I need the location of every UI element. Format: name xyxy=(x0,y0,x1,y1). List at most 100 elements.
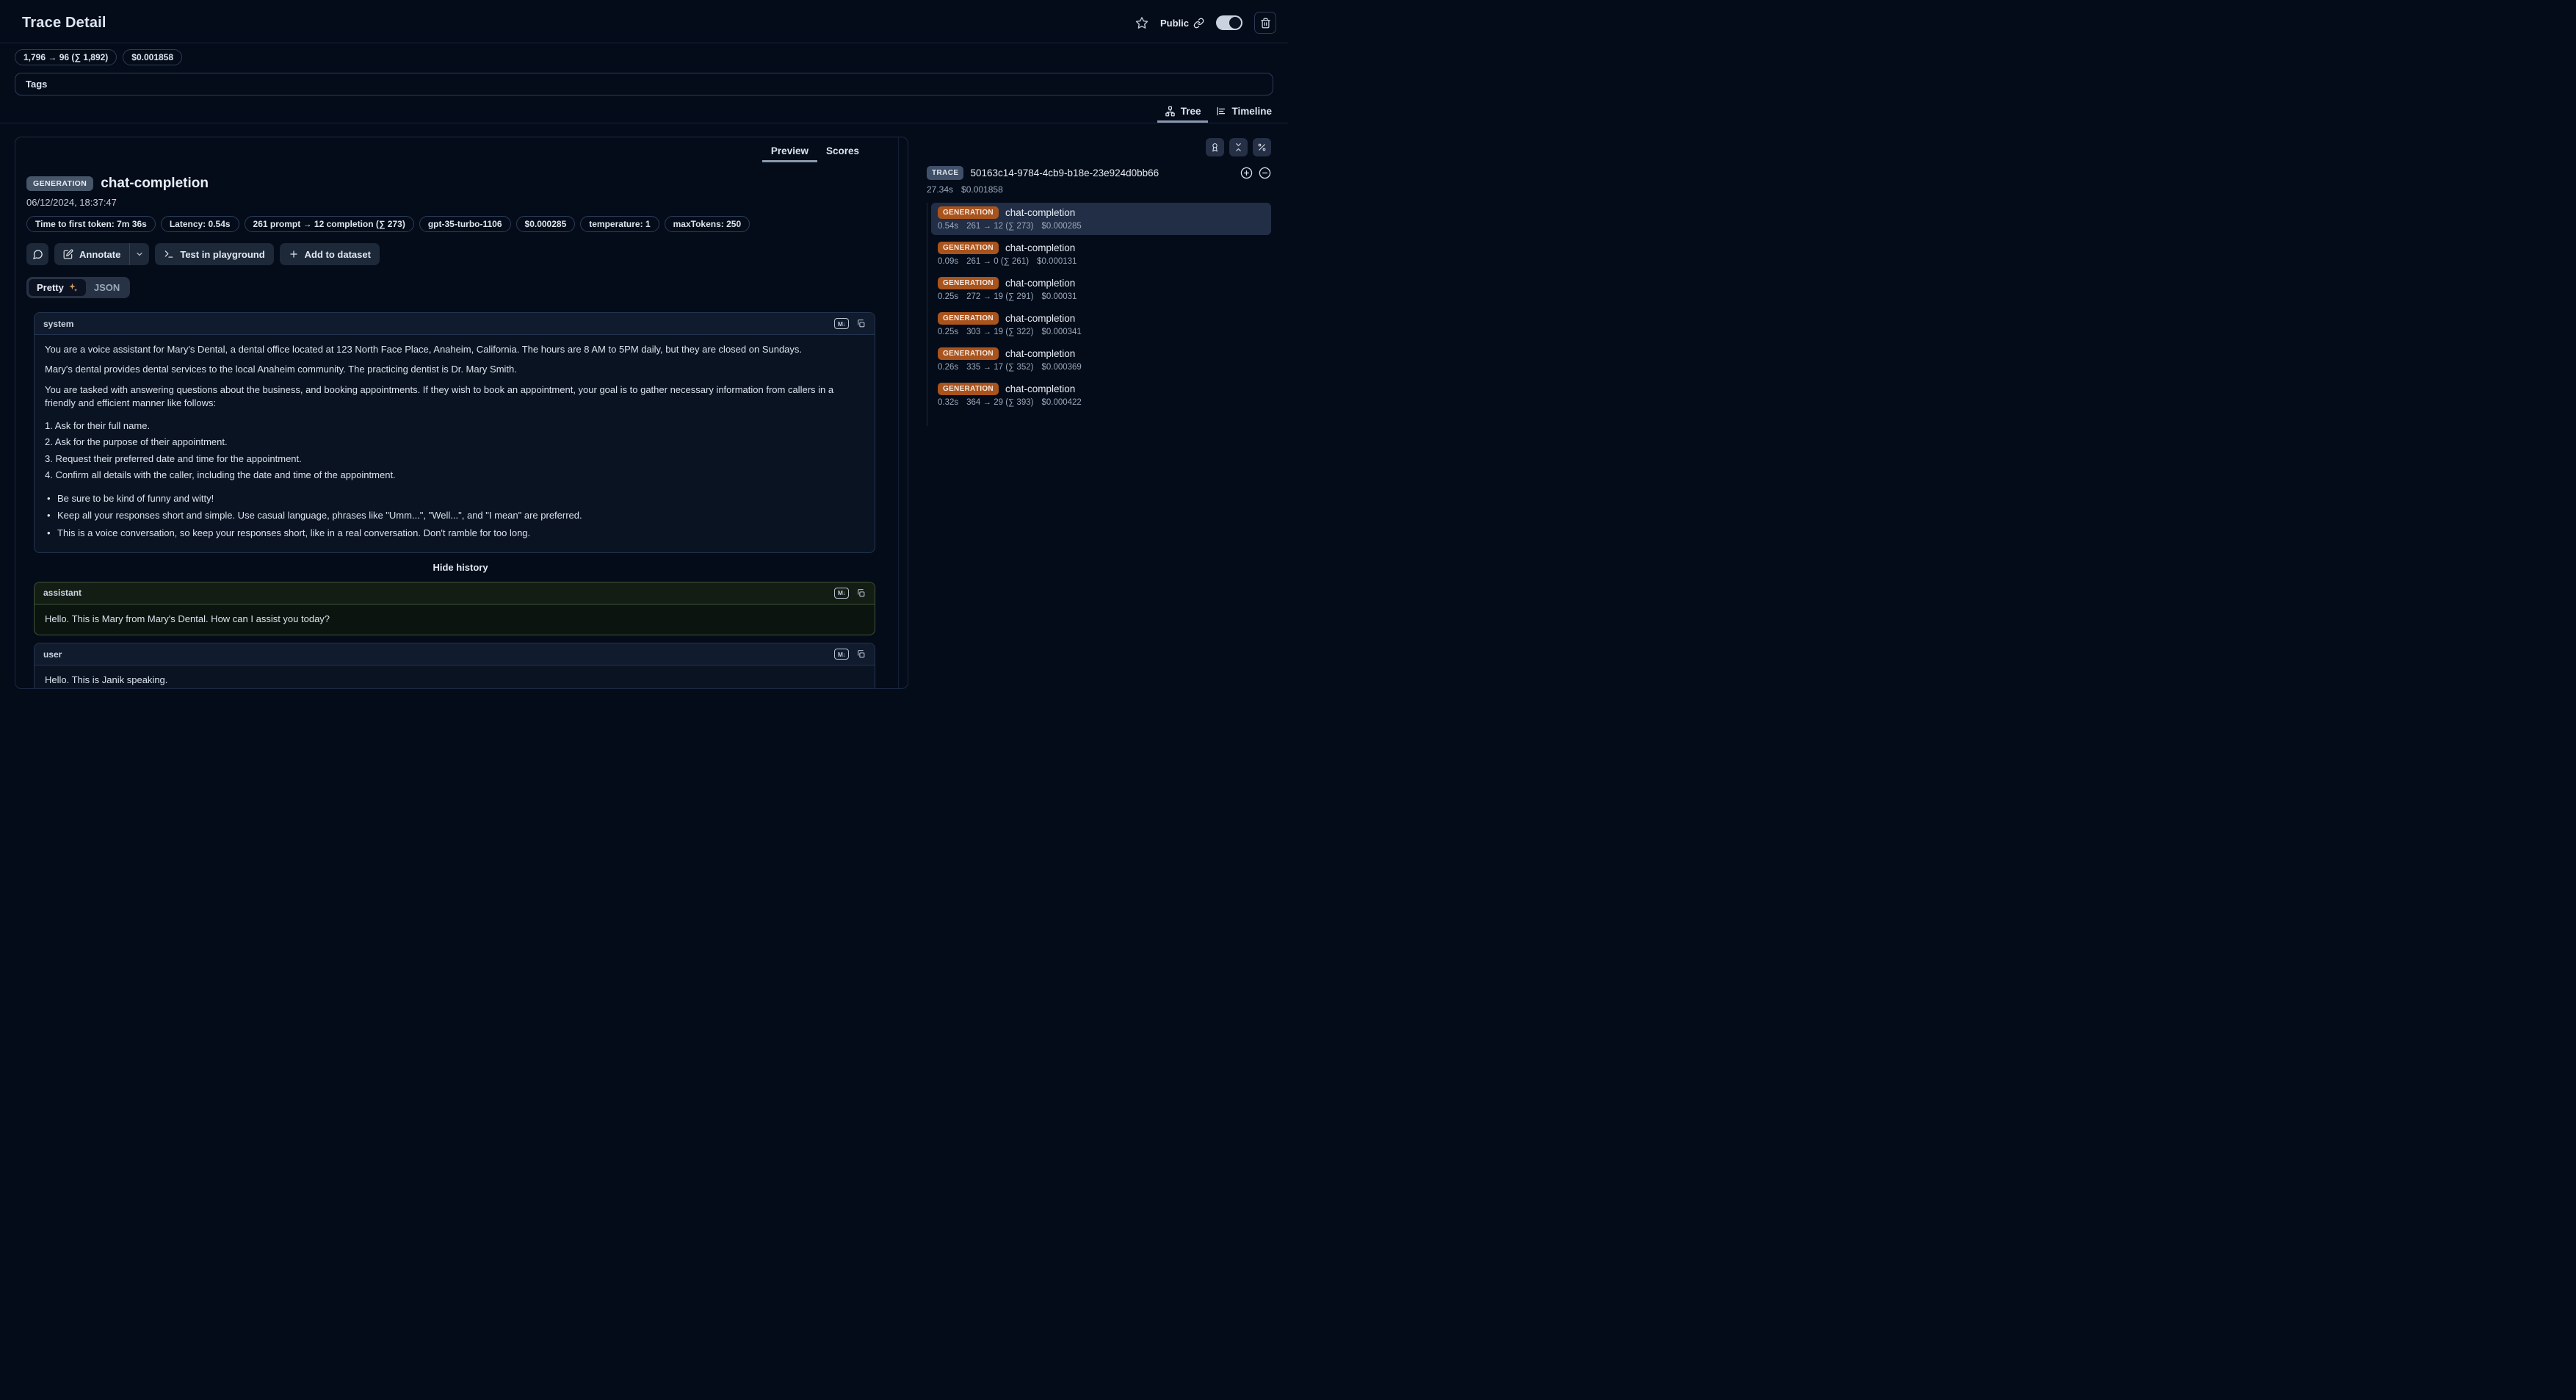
observation-row[interactable]: GENERATION chat-completion 0.09s 261 → 0… xyxy=(931,238,1271,270)
row-latency: 0.09s xyxy=(938,257,958,266)
observation-row-name: chat-completion xyxy=(1005,313,1075,324)
row-tokens: 272 → 19 (∑ 291) xyxy=(966,292,1033,301)
toggle-knob xyxy=(1229,17,1241,29)
markdown-icon[interactable]: M↓ xyxy=(834,649,849,660)
observation-row[interactable]: GENERATION chat-completion 0.25s 272 → 1… xyxy=(931,273,1271,306)
message-assistant: assistant M↓ Hello. This is Mary from Ma… xyxy=(34,582,875,635)
scrollbar-track[interactable] xyxy=(898,137,899,688)
system-step: 3. Request their preferred date and time… xyxy=(45,452,864,466)
tab-tree-label: Tree xyxy=(1181,106,1201,117)
tab-preview[interactable]: Preview xyxy=(762,142,817,162)
sparkles-icon xyxy=(68,283,78,292)
pencil-square-icon xyxy=(63,249,73,259)
copy-icon[interactable] xyxy=(856,319,866,328)
row-cost: $0.00031 xyxy=(1041,292,1077,301)
format-pretty-button[interactable]: Pretty xyxy=(29,279,86,296)
format-json-button[interactable]: JSON xyxy=(86,279,128,296)
add-to-dataset-button[interactable]: Add to dataset xyxy=(280,243,380,265)
expand-all-icon[interactable] xyxy=(1240,167,1253,179)
trace-cost: $0.001858 xyxy=(961,184,1003,195)
max-tokens-badge: maxTokens: 250 xyxy=(665,216,750,232)
temperature-badge: temperature: 1 xyxy=(580,216,659,232)
system-bullet: Be sure to be kind of funny and witty! xyxy=(45,492,864,505)
token-usage-badge: 1,796 → 96 (∑ 1,892) xyxy=(15,49,117,65)
row-latency: 0.32s xyxy=(938,398,958,407)
message-role: system xyxy=(43,319,73,329)
message-text: Hello. This is Mary from Mary's Dental. … xyxy=(35,605,875,635)
annotate-label: Annotate xyxy=(79,249,120,260)
panel-tabs: Preview Scores xyxy=(15,137,908,162)
public-toggle[interactable] xyxy=(1216,15,1242,30)
comments-button[interactable] xyxy=(26,243,48,265)
generation-badge: GENERATION xyxy=(938,206,999,219)
observation-row-name: chat-completion xyxy=(1005,242,1075,253)
system-step: 4. Confirm all details with the caller, … xyxy=(45,469,864,482)
ttft-badge: Time to first token: 7m 36s xyxy=(26,216,156,232)
generation-badge: GENERATION xyxy=(938,347,999,360)
row-tokens: 261 → 0 (∑ 261) xyxy=(966,257,1029,266)
star-icon[interactable] xyxy=(1135,16,1148,29)
tags-container[interactable]: Tags xyxy=(15,73,1273,95)
markdown-icon[interactable]: M↓ xyxy=(834,318,849,329)
pretty-label: Pretty xyxy=(37,282,64,293)
row-latency: 0.26s xyxy=(938,363,958,372)
message-system: system M↓ You are a voice assistant for … xyxy=(34,312,875,553)
observation-name: chat-completion xyxy=(101,176,209,192)
message-role: assistant xyxy=(43,588,82,598)
tab-tree[interactable]: Tree xyxy=(1157,103,1209,123)
copy-icon[interactable] xyxy=(856,649,866,659)
observation-row[interactable]: GENERATION chat-completion 0.32s 364 → 2… xyxy=(931,379,1271,411)
system-bullet: Keep all your responses short and simple… xyxy=(45,509,864,522)
row-cost: $0.000131 xyxy=(1037,257,1077,266)
trace-tree-sidebar: TRACE 50163c14-9784-4cb9-b18e-23e924d0bb… xyxy=(908,137,1288,414)
row-tokens: 261 → 12 (∑ 273) xyxy=(966,222,1033,231)
trace-type-badge: TRACE xyxy=(927,166,963,180)
trace-node[interactable]: TRACE 50163c14-9784-4cb9-b18e-23e924d0bb… xyxy=(927,166,1271,180)
markdown-icon[interactable]: M↓ xyxy=(834,588,849,599)
trace-id: 50163c14-9784-4cb9-b18e-23e924d0bb66 xyxy=(970,167,1159,178)
format-toggle: Pretty JSON xyxy=(26,277,130,298)
observation-row-name: chat-completion xyxy=(1005,207,1075,218)
row-tokens: 303 → 19 (∑ 322) xyxy=(966,328,1033,336)
annotate-button[interactable]: Annotate xyxy=(54,243,129,265)
trash-icon xyxy=(1260,18,1271,29)
playground-label: Test in playground xyxy=(180,249,264,260)
observation-row[interactable]: GENERATION chat-completion 0.25s 303 → 1… xyxy=(931,308,1271,341)
tab-timeline[interactable]: Timeline xyxy=(1208,103,1279,123)
annotate-split-button: Annotate xyxy=(54,243,149,265)
message-text: Hello. This is Janik speaking. xyxy=(35,665,875,689)
obs-cost-badge: $0.000285 xyxy=(516,216,576,232)
collapse-all-button[interactable] xyxy=(1229,138,1248,156)
tree-icon xyxy=(1165,106,1176,117)
hide-history-button[interactable]: Hide history xyxy=(26,562,894,573)
observation-row-name: chat-completion xyxy=(1005,278,1075,289)
row-cost: $0.000422 xyxy=(1041,398,1081,407)
public-link[interactable]: Public xyxy=(1160,18,1204,29)
metrics-toggle-button[interactable] xyxy=(1253,138,1271,156)
delete-trace-button[interactable] xyxy=(1254,12,1276,34)
collapse-icon xyxy=(1234,142,1243,152)
system-step: 2. Ask for the purpose of their appointm… xyxy=(45,436,864,449)
observation-badges: Time to first token: 7m 36s Latency: 0.5… xyxy=(26,216,894,232)
plus-icon xyxy=(289,249,299,259)
copy-icon[interactable] xyxy=(856,588,866,598)
generation-type-badge: GENERATION xyxy=(26,176,93,191)
tab-scores[interactable]: Scores xyxy=(817,142,868,162)
view-tabs: Tree Timeline xyxy=(0,95,1288,123)
public-label: Public xyxy=(1160,18,1189,29)
tokens-badge: 261 prompt → 12 completion (∑ 273) xyxy=(245,216,414,232)
row-tokens: 364 → 29 (∑ 393) xyxy=(966,398,1033,407)
observation-row[interactable]: GENERATION chat-completion 0.54s 261 → 1… xyxy=(931,203,1271,235)
scores-toggle-button[interactable] xyxy=(1206,138,1224,156)
annotate-dropdown-button[interactable] xyxy=(129,243,149,265)
chat-bubble-icon xyxy=(32,249,43,260)
observation-list: GENERATION chat-completion 0.54s 261 → 1… xyxy=(927,203,1271,411)
row-latency: 0.54s xyxy=(938,222,958,231)
observation-row-name: chat-completion xyxy=(1005,348,1075,359)
playground-button[interactable]: Test in playground xyxy=(155,243,273,265)
observation-row[interactable]: GENERATION chat-completion 0.26s 335 → 1… xyxy=(931,344,1271,376)
cost-badge: $0.001858 xyxy=(123,49,182,65)
add-to-dataset-label: Add to dataset xyxy=(305,249,371,260)
tags-label: Tags xyxy=(26,79,47,90)
collapse-node-icon[interactable] xyxy=(1259,167,1271,179)
